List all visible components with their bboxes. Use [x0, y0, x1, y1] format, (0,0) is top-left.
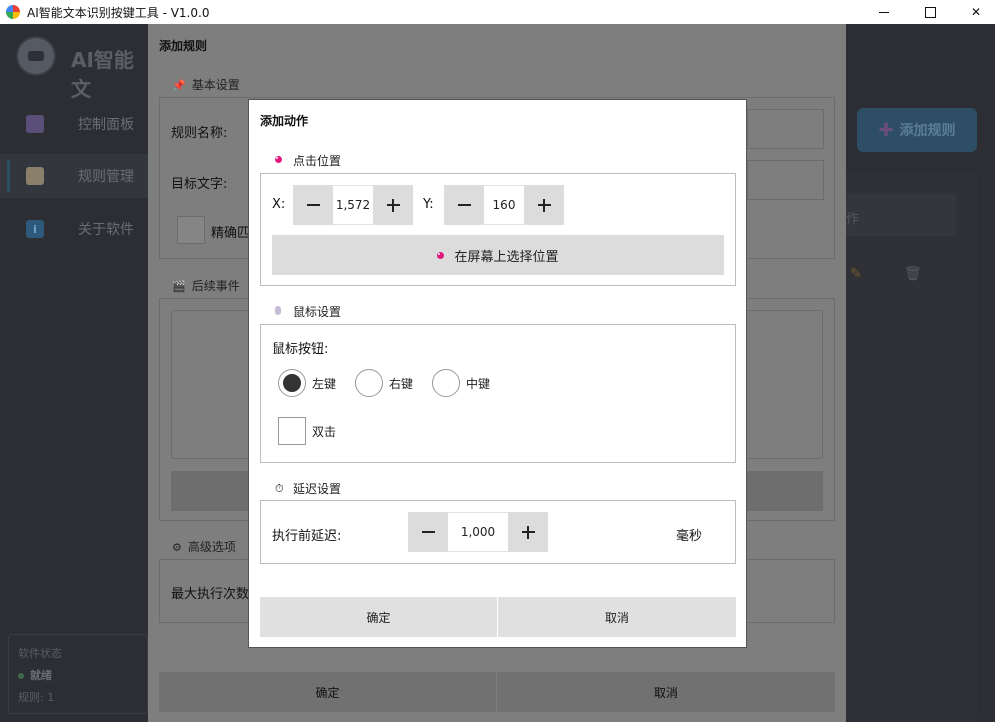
sidebar-item-about[interactable]: i 关于软件 [0, 207, 148, 251]
delay-unit: 毫秒 [676, 529, 703, 544]
delay-label: 执行前延迟: [272, 529, 342, 544]
plus-icon: ✚ [878, 119, 894, 141]
radio-indicator[interactable] [432, 369, 461, 397]
section-label: 后续事件 [191, 279, 240, 293]
delay-value-input[interactable]: 1,000 [448, 512, 508, 552]
double-click-checkbox[interactable]: 双击 [278, 417, 336, 445]
sidebar-item-label: 规则管理 [78, 169, 134, 185]
robot-logo-icon [16, 36, 56, 76]
section-basic-settings: 📌 基本设置 [172, 76, 240, 93]
mouse-icon [275, 305, 285, 318]
add-rule-label: 添加规则 [899, 123, 956, 139]
y-label: Y: [423, 197, 434, 212]
pick-screen-position-button[interactable]: 在屏幕上选择位置 [272, 235, 724, 275]
exact-match-label: 精确匹 [211, 226, 251, 241]
section-events: 🎬 后续事件 [172, 277, 240, 294]
section-click-position: 点击位置 [275, 152, 341, 169]
rule-name-input[interactable] [747, 109, 824, 149]
column-header-actions: 作 [846, 194, 956, 236]
gear-icon: ⚙ [172, 541, 182, 554]
sidebar-item-label: 控制面板 [78, 117, 134, 133]
section-delay-settings: ⏱ 延迟设置 [275, 480, 341, 497]
window-title: AI智能文本识别按键工具 - V1.0.0 [27, 5, 210, 20]
minimize-button[interactable] [861, 0, 907, 24]
status-heading: 软件状态 [18, 647, 62, 660]
radio-label: 左键 [312, 376, 337, 391]
delay-settings-box: 执行前延迟: 1,000 毫秒 [260, 500, 736, 564]
sidebar-item-label: 关于软件 [78, 222, 134, 238]
clapper-icon: 🎬 [172, 280, 186, 293]
section-label: 高级选项 [187, 540, 236, 554]
pick-position-label: 在屏幕上选择位置 [454, 249, 559, 265]
delay-stepper: 1,000 [408, 512, 548, 552]
radio-left-button[interactable]: 左键 [278, 369, 336, 397]
rule-ok-button[interactable]: 确定 [159, 672, 496, 712]
target-text-label: 目标文字: [171, 177, 228, 192]
status-panel: 软件状态 就绪 规则: 1 [8, 634, 148, 714]
section-label: 点击位置 [293, 154, 342, 168]
radio-indicator[interactable] [278, 369, 306, 397]
status-state: 就绪 [18, 665, 138, 687]
radio-middle-button[interactable]: 中键 [432, 369, 490, 397]
mouse-button-label: 鼠标按钮: [272, 342, 329, 357]
exact-match-checkbox[interactable] [177, 216, 205, 244]
x-decrement-button[interactable] [293, 185, 333, 225]
section-label: 基本设置 [191, 78, 240, 92]
trash-icon[interactable]: 🗑 [904, 266, 922, 282]
action-ok-button[interactable]: 确定 [260, 597, 497, 637]
section-advanced: ⚙ 高级选项 [172, 538, 236, 555]
pin-icon [275, 155, 285, 166]
x-value-input[interactable]: 1,572 [333, 185, 373, 225]
dialog-title: 添加动作 [260, 114, 309, 128]
checkbox-indicator[interactable] [278, 417, 306, 445]
max-exec-label: 最大执行次数 [171, 587, 250, 602]
app-name: AI智能文 [71, 48, 134, 101]
mouse-settings-box: 鼠标按钮: 左键 右键 中键 双击 [260, 324, 736, 463]
action-cancel-button[interactable]: 取消 [498, 597, 736, 637]
radio-label: 中键 [466, 376, 491, 391]
sidebar-header: AI智能文 [0, 24, 148, 101]
radio-indicator[interactable] [355, 369, 384, 397]
radio-label: 右键 [389, 376, 414, 391]
rules-table-panel: 作 ✎ 🗑 [846, 172, 977, 722]
y-increment-button[interactable] [524, 185, 564, 225]
window-titlebar: AI智能文本识别按键工具 - V1.0.0 ✕ [0, 0, 995, 24]
mouse-button-radio-group: 左键 右键 中键 [278, 369, 509, 397]
section-label: 延迟设置 [293, 482, 342, 496]
click-position-box: X: 1,572 Y: 160 在屏幕上选择位置 [260, 173, 736, 286]
delay-increment-button[interactable] [508, 512, 548, 552]
target-text-input[interactable] [747, 160, 824, 200]
close-button[interactable]: ✕ [953, 0, 995, 24]
info-icon: i [26, 220, 44, 238]
rule-cancel-button[interactable]: 取消 [497, 672, 835, 712]
x-stepper: 1,572 [293, 185, 413, 225]
document-icon [26, 167, 44, 185]
maximize-button[interactable] [907, 0, 953, 24]
app-icon [6, 5, 20, 19]
y-stepper: 160 [444, 185, 564, 225]
section-mouse-settings: 鼠标设置 [275, 303, 341, 320]
pushpin-icon: 📌 [172, 79, 186, 92]
status-rule-count: 规则: 1 [18, 691, 55, 704]
delay-decrement-button[interactable] [408, 512, 448, 552]
dialog-title: 添加规则 [159, 39, 208, 53]
sidebar-item-rules[interactable]: 规则管理 [0, 154, 148, 198]
y-value-input[interactable]: 160 [484, 185, 524, 225]
rule-name-label: 规则名称: [171, 126, 228, 141]
gamepad-icon [26, 115, 44, 133]
radio-right-button[interactable]: 右键 [355, 369, 413, 397]
section-label: 鼠标设置 [293, 305, 342, 319]
add-action-dialog: 添加动作 点击位置 X: 1,572 Y: 160 在屏幕上选择位置 鼠标设置 … [248, 99, 747, 648]
stopwatch-icon: ⏱ [275, 481, 284, 495]
double-click-label: 双击 [312, 424, 337, 439]
x-increment-button[interactable] [373, 185, 413, 225]
x-label: X: [272, 197, 286, 212]
add-rule-button[interactable]: ✚ 添加规则 [857, 108, 977, 152]
y-decrement-button[interactable] [444, 185, 484, 225]
pencil-icon[interactable]: ✎ [850, 266, 866, 282]
pin-icon [437, 251, 445, 259]
sidebar-item-dashboard[interactable]: 控制面板 [0, 102, 148, 146]
